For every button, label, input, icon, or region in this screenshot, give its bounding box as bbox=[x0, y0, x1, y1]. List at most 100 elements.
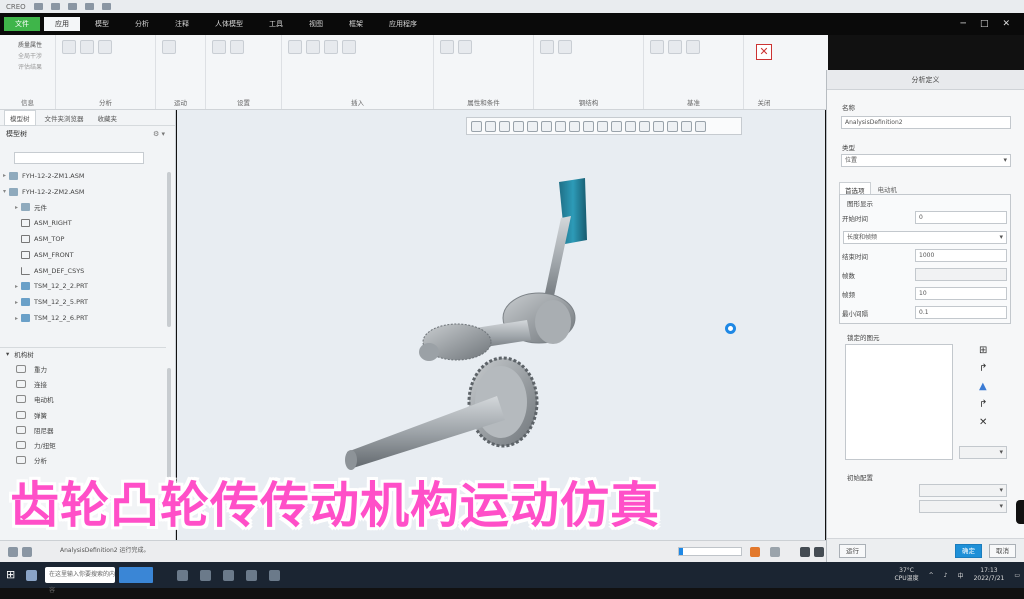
redo-icon[interactable] bbox=[101, 3, 111, 10]
tab-manikin[interactable]: 人体模型 bbox=[204, 17, 254, 31]
gravity-icon[interactable] bbox=[212, 40, 226, 54]
gear-cam-assembly-model[interactable] bbox=[327, 170, 587, 480]
measure-icon[interactable] bbox=[62, 40, 76, 54]
tree-scrollbar[interactable] bbox=[167, 172, 171, 327]
settings-icon[interactable] bbox=[230, 40, 244, 54]
point-icon[interactable] bbox=[686, 40, 700, 54]
beam-icon[interactable] bbox=[558, 40, 572, 54]
sketch-view-icon[interactable] bbox=[527, 120, 538, 132]
tab-model-tree[interactable]: 模型树 bbox=[4, 109, 36, 126]
perspective-icon[interactable] bbox=[583, 120, 594, 132]
zoom-out-icon[interactable] bbox=[499, 120, 510, 132]
mech-item-forces[interactable]: 力/扭矩 bbox=[0, 437, 166, 452]
mass-icon[interactable] bbox=[440, 40, 454, 54]
tab-analysis[interactable]: 分析 bbox=[124, 17, 160, 31]
frames-input[interactable] bbox=[915, 268, 1007, 281]
tree-row[interactable]: ASM_FRONT bbox=[0, 247, 166, 263]
snapshot-icon[interactable] bbox=[653, 120, 664, 132]
tree-row[interactable]: ▸ TSM_12_2_2.PRT bbox=[0, 279, 166, 295]
run-button[interactable]: 运行 bbox=[839, 544, 866, 558]
tree-row[interactable]: ▸ 元件 bbox=[0, 200, 166, 216]
zoom-in-icon[interactable] bbox=[485, 120, 496, 132]
pause-icon[interactable] bbox=[681, 120, 692, 132]
refit-icon[interactable] bbox=[471, 120, 482, 132]
tab-favorites[interactable]: 收藏夹 bbox=[93, 111, 123, 125]
save-icon[interactable] bbox=[67, 3, 77, 10]
frame-rate-input[interactable]: 10 bbox=[915, 287, 1007, 300]
graph-icon[interactable] bbox=[98, 40, 112, 54]
windows-start-icon[interactable]: ⊞ bbox=[6, 567, 22, 583]
delete-icon[interactable]: ✕ bbox=[979, 418, 989, 429]
display-style-icon[interactable] bbox=[541, 120, 552, 132]
type-select[interactable]: 位置 bbox=[841, 154, 1011, 167]
tree-settings-icon[interactable]: ⚙ ▾ bbox=[153, 130, 165, 138]
tab-applications[interactable]: 应用 bbox=[44, 17, 80, 31]
expand-icon[interactable]: ▸ bbox=[12, 204, 21, 211]
lock-motor-icon[interactable]: ▲ bbox=[979, 382, 989, 393]
file-explorer-icon[interactable] bbox=[177, 569, 188, 581]
browser-icon[interactable] bbox=[223, 569, 234, 581]
regen-icon[interactable] bbox=[750, 547, 760, 557]
tab-framework[interactable]: 框架 bbox=[338, 17, 374, 31]
end-time-input[interactable]: 1000 bbox=[915, 249, 1007, 262]
ime-icon[interactable]: 中 bbox=[958, 571, 964, 580]
locked-entities-list[interactable] bbox=[845, 344, 953, 460]
taskbar-search-input[interactable]: 在这里输入你要搜索的内容 bbox=[45, 567, 115, 594]
tree-row[interactable]: ▾ FYH-12-2-ZM2.ASM bbox=[0, 184, 166, 200]
tree-row[interactable]: ▸ TSM_12_2_6.PRT bbox=[0, 310, 166, 326]
expand-icon[interactable]: ▸ bbox=[12, 315, 21, 322]
tab-folder-browser[interactable]: 文件夹浏览器 bbox=[40, 111, 89, 125]
wechat-icon[interactable] bbox=[269, 569, 280, 581]
filter-icon-2[interactable] bbox=[814, 547, 824, 557]
notification-icon[interactable]: ▭ bbox=[1014, 572, 1020, 579]
initial-config-select[interactable] bbox=[919, 484, 1007, 497]
motor-icon[interactable] bbox=[288, 40, 302, 54]
tab-applications-2[interactable]: 应用程序 bbox=[378, 17, 428, 31]
mech-item-connections[interactable]: 连接 bbox=[0, 376, 166, 391]
tab-file[interactable]: 文件 bbox=[4, 17, 40, 31]
name-input[interactable]: AnalysisDefinition2 bbox=[841, 116, 1011, 129]
tree-row[interactable]: ▸ FYH-12-2-ZM1.ASM bbox=[0, 168, 166, 184]
tab-annotate[interactable]: 注释 bbox=[164, 17, 200, 31]
spring-icon[interactable] bbox=[306, 40, 320, 54]
mode-select[interactable]: 长度和帧频 bbox=[843, 231, 1007, 244]
evaluate-button[interactable]: 评估结果 bbox=[4, 62, 51, 71]
spin-center-icon[interactable] bbox=[625, 120, 636, 132]
close-icon[interactable]: ✕ bbox=[1002, 19, 1010, 29]
folder-icon[interactable] bbox=[200, 569, 211, 581]
tree-row[interactable]: ▸ TSM_12_2_5.PRT bbox=[0, 294, 166, 310]
open-icon[interactable] bbox=[50, 3, 60, 10]
tab-model[interactable]: 模型 bbox=[84, 17, 120, 31]
tab-tools[interactable]: 工具 bbox=[258, 17, 294, 31]
creo-icon[interactable] bbox=[246, 569, 257, 581]
status-icon[interactable] bbox=[8, 547, 18, 557]
tree-search-input[interactable] bbox=[14, 152, 144, 164]
axis-icon[interactable] bbox=[668, 40, 682, 54]
annotation-display-icon[interactable] bbox=[611, 120, 622, 132]
mech-item-motors[interactable]: 电动机 bbox=[0, 392, 166, 407]
lock-point-icon[interactable]: ↱ bbox=[979, 400, 989, 411]
mech-item-gravity[interactable]: 重力 bbox=[0, 361, 166, 376]
cancel-button[interactable]: 取消 bbox=[989, 544, 1016, 558]
network-icon[interactable]: ^ bbox=[929, 572, 934, 579]
stop-icon[interactable] bbox=[695, 120, 706, 132]
play-icon[interactable] bbox=[667, 120, 678, 132]
drag-icon[interactable] bbox=[162, 40, 176, 54]
saved-views-icon[interactable] bbox=[555, 120, 566, 132]
filter-icon[interactable] bbox=[800, 547, 810, 557]
frame-icon[interactable] bbox=[540, 40, 554, 54]
mech-tree-header[interactable]: ▾ 机构树 bbox=[0, 347, 166, 359]
drag-components-icon[interactable] bbox=[639, 120, 650, 132]
close-mechanism-button[interactable]: ✕ bbox=[756, 44, 772, 60]
initial-condition-icon[interactable] bbox=[458, 40, 472, 54]
ok-button[interactable]: 确定 bbox=[955, 544, 982, 558]
datum-display-icon[interactable] bbox=[597, 120, 608, 132]
analysis-icon[interactable] bbox=[80, 40, 94, 54]
mass-props-button[interactable]: 质量属性 bbox=[4, 40, 51, 49]
expand-icon[interactable]: ▾ bbox=[0, 188, 9, 195]
volume-icon[interactable]: ♪ bbox=[944, 572, 948, 579]
undo-icon[interactable] bbox=[84, 3, 94, 10]
force-icon[interactable] bbox=[342, 40, 356, 54]
plane-icon[interactable] bbox=[650, 40, 664, 54]
status-icon-2[interactable] bbox=[22, 547, 32, 557]
